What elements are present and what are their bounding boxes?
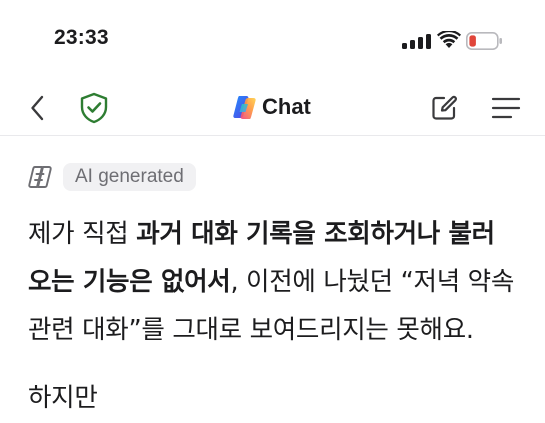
back-chevron-icon [31, 95, 44, 121]
shield-check-icon [80, 92, 108, 124]
ai-generated-row: AI generated [26, 162, 196, 192]
new-chat-button[interactable] [426, 90, 462, 126]
menu-button[interactable] [488, 90, 524, 126]
signal-icon [402, 34, 431, 49]
status-bar: 23:33 [0, 0, 545, 82]
page-title: Chat [262, 94, 311, 119]
nav-bar: Chat [0, 82, 545, 136]
menu-icon [491, 97, 521, 119]
message-next-paragraph: 하지만 [28, 383, 98, 413]
copilot-outline-icon [28, 166, 52, 188]
chat-screen: 23:33 Chat AI generated 제가 직접 과거 대화 기록을 … [0, 0, 545, 423]
assistant-message: 제가 직접 과거 대화 기록을 조회하거나 불러오는 기능은 없어서, 이전에 … [28, 210, 516, 422]
back-button[interactable] [20, 90, 56, 126]
nav-title: Chat [231, 92, 311, 122]
privacy-shield-button[interactable] [76, 90, 112, 126]
copilot-logo-icon [233, 95, 256, 119]
message-text-1: 제가 직접 [28, 219, 137, 249]
message-paragraph: 제가 직접 과거 대화 기록을 조회하거나 불러오는 기능은 없어서, 이전에 … [28, 210, 516, 354]
ai-generated-badge: AI generated [63, 163, 196, 191]
wifi-icon [437, 31, 461, 48]
ai-generated-label: AI generated [75, 166, 184, 187]
battery-low-icon [466, 32, 502, 50]
status-time: 23:33 [54, 26, 109, 49]
compose-icon [432, 95, 457, 120]
